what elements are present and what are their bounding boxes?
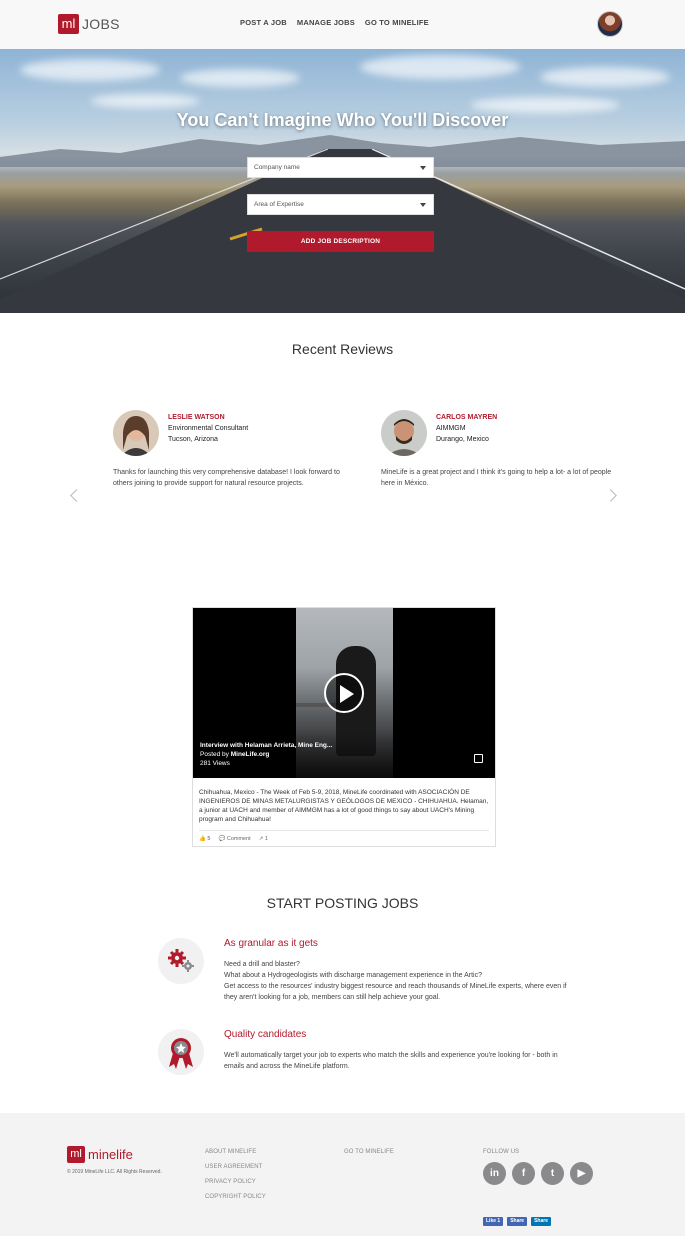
cloud: [360, 55, 520, 79]
feature-line: Need a drill and blaster?: [224, 961, 300, 968]
linkedin-share-button[interactable]: Share: [531, 1217, 551, 1226]
feature-line: We'll automatically target your job to e…: [224, 1052, 558, 1070]
cloud: [180, 69, 300, 87]
facebook-share-button[interactable]: Share: [507, 1217, 528, 1226]
footer: ml minelife © 2019 MineLife LLC. All Rig…: [0, 1113, 685, 1236]
nav-post-a-job[interactable]: POST A JOB: [240, 18, 287, 27]
play-icon[interactable]: [324, 673, 364, 713]
video-actions: 👍 5 💬 Comment ↗ 1: [199, 830, 489, 842]
like-button[interactable]: 👍 5: [199, 836, 210, 842]
footer-links-col1: ABOUT MINELIFE USER AGREEMENT PRIVACY PO…: [205, 1145, 266, 1205]
review-text: Thanks for launching this very comprehen…: [113, 469, 340, 487]
nav-manage-jobs[interactable]: MANAGE JOBS: [297, 18, 355, 27]
logo[interactable]: ml JOBS: [58, 14, 120, 34]
share-count: 1: [264, 836, 268, 842]
video-player[interactable]: Interview with Helaman Arrieta, Mine Eng…: [193, 608, 495, 778]
footer-logo[interactable]: ml minelife: [67, 1146, 133, 1163]
reviewer-photo: [113, 410, 159, 456]
like-count: 5: [207, 836, 211, 842]
facebook-like-button[interactable]: Like 1: [483, 1217, 504, 1226]
review-text: MineLife is a great project and I think …: [381, 469, 612, 487]
top-header: ml JOBS POST A JOB MANAGE JOBS GO TO MIN…: [0, 0, 685, 49]
area-of-expertise-select[interactable]: Area of Expertise: [247, 194, 434, 215]
social-links: in f t ▶: [483, 1162, 593, 1185]
facebook-icon[interactable]: [474, 754, 483, 763]
reviewer-meta: LESLIE WATSON Environmental Consultant T…: [168, 412, 248, 445]
reviewer-role: Environmental Consultant: [168, 425, 249, 432]
linkedin-icon[interactable]: in: [483, 1162, 506, 1185]
nav-go-to-minelife[interactable]: GO TO MINELIFE: [365, 18, 429, 27]
video-description: Chihuahua, Mexico - The Week of Feb 5-9,…: [199, 789, 489, 823]
comment-label: Comment: [226, 836, 251, 842]
comment-button[interactable]: 💬 Comment: [218, 836, 250, 842]
gears-icon: [158, 938, 204, 984]
footer-follow: FOLLOW US: [483, 1145, 519, 1160]
share-button[interactable]: ↗ 1: [259, 836, 268, 842]
footer-link-about[interactable]: ABOUT MINELIFE: [205, 1145, 266, 1160]
cloud: [540, 67, 670, 87]
copyright: © 2019 MineLife LLC. All Rights Reserved…: [67, 1169, 162, 1175]
carousel-next-icon[interactable]: [604, 489, 617, 502]
share-buttons: Like 1 Share Share: [483, 1217, 551, 1226]
start-posting-title: START POSTING JOBS: [266, 895, 419, 911]
feature-quality: Quality candidates We'll automatically t…: [158, 1029, 578, 1079]
reviewer-name: LESLIE WATSON: [168, 414, 225, 421]
add-job-description-button[interactable]: ADD JOB DESCRIPTION: [247, 231, 434, 252]
facebook-video-embed: Interview with Helaman Arrieta, Mine Eng…: [192, 607, 496, 847]
hero-title: You Can't Imagine Who You'll Discover: [176, 110, 509, 130]
cloud: [20, 59, 160, 81]
footer-link-privacy-policy[interactable]: PRIVACY POLICY: [205, 1175, 266, 1190]
company-select-label: Company name: [254, 164, 300, 171]
reviewer-meta: CARLOS MAYREN AIMMGM Durango, Mexico: [436, 412, 497, 445]
company-name-select[interactable]: Company name: [247, 157, 434, 178]
video-views: 281 Views: [200, 760, 230, 767]
feature-body: Need a drill and blaster? What about a H…: [224, 959, 574, 1003]
reviewer-role: AIMMGM: [436, 425, 466, 432]
youtube-icon[interactable]: ▶: [570, 1162, 593, 1185]
footer-logo-text: minelife: [88, 1147, 133, 1162]
footer-logo-mark: ml: [67, 1146, 85, 1163]
dropdown-arrow-icon: [420, 166, 426, 170]
user-avatar[interactable]: [597, 11, 623, 37]
logo-mark: ml: [58, 14, 79, 34]
feature-line: Get access to the resources' industry bi…: [224, 983, 567, 1001]
follow-us-label: FOLLOW US: [483, 1149, 520, 1155]
cloud: [90, 94, 200, 108]
feature-title: Quality candidates: [224, 1029, 307, 1040]
footer-link-user-agreement[interactable]: USER AGREEMENT: [205, 1160, 266, 1175]
twitter-icon[interactable]: t: [541, 1162, 564, 1185]
footer-link-copyright-policy[interactable]: COPYRIGHT POLICY: [205, 1190, 266, 1205]
feature-body: We'll automatically target your job to e…: [224, 1050, 574, 1072]
hero-banner: You Can't Imagine Who You'll Discover Co…: [0, 49, 685, 313]
video-posted-by[interactable]: MineLife.org: [231, 751, 270, 758]
posted-by-prefix: Posted by: [200, 751, 229, 758]
feature-title: As granular as it gets: [224, 938, 318, 949]
award-ribbon-icon: [158, 1029, 204, 1075]
carousel-prev-icon[interactable]: [70, 489, 83, 502]
reviewer-name: CARLOS MAYREN: [436, 414, 498, 421]
video-caption: Interview with Helaman Arrieta, Mine Eng…: [200, 741, 332, 768]
reviewer-photo: [381, 410, 427, 456]
feature-granular: As granular as it gets Need a drill and …: [158, 938, 578, 1008]
video-title[interactable]: Interview with Helaman Arrieta, Mine Eng…: [200, 742, 332, 749]
footer-link-go-to-minelife[interactable]: GO TO MINELIFE: [344, 1145, 394, 1160]
main-nav: POST A JOB MANAGE JOBS GO TO MINELIFE: [240, 18, 429, 27]
facebook-icon[interactable]: f: [512, 1162, 535, 1185]
dropdown-arrow-icon: [420, 203, 426, 207]
reviewer-location: Durango, Mexico: [436, 436, 489, 443]
expertise-select-label: Area of Expertise: [254, 201, 304, 208]
feature-line: What about a Hydrogeologists with discha…: [224, 972, 482, 979]
logo-text: JOBS: [82, 16, 120, 32]
reviewer-location: Tucson, Arizona: [168, 436, 218, 443]
footer-links-col2: GO TO MINELIFE: [344, 1145, 394, 1160]
recent-reviews-title: Recent Reviews: [291, 341, 394, 357]
